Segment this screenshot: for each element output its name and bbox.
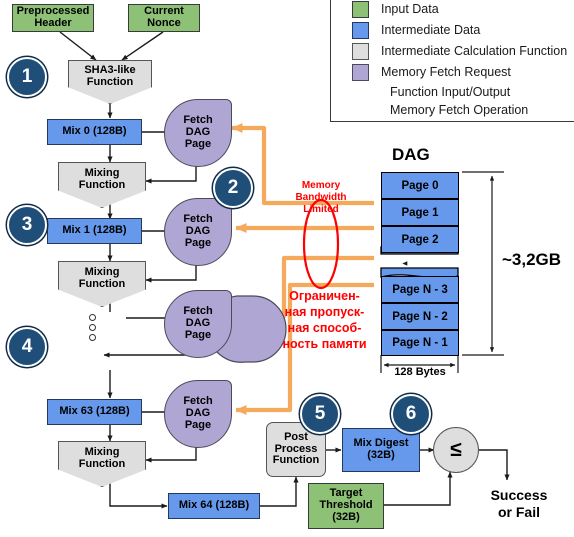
- node-label: Post Process Function: [272, 430, 320, 467]
- node-mix-0[interactable]: Mix 0 (128B): [47, 119, 142, 145]
- step-circle-2[interactable]: 2: [213, 168, 253, 208]
- node-fetch-dag-page-2[interactable]: Fetch DAG Page: [164, 198, 232, 266]
- legend-label-memory-fetch-request: Memory Fetch Request: [381, 65, 511, 79]
- node-preprocessed-header[interactable]: Preprocessed Header: [12, 4, 94, 32]
- dag-page-label: Page 0: [401, 179, 439, 192]
- dag-page-label: Page N - 3: [392, 283, 448, 296]
- step-number: 3: [21, 214, 33, 235]
- node-label: Mix 0 (128B): [62, 125, 127, 138]
- node-label: Fetch DAG Page: [183, 395, 213, 431]
- blue-swatch: [352, 22, 369, 39]
- ellipsis-dot: [89, 324, 96, 331]
- node-mix-64[interactable]: Mix 64 (128B): [168, 493, 260, 519]
- dag-page-2: Page 2: [381, 226, 459, 253]
- step-circle-3[interactable]: 3: [7, 205, 47, 245]
- node-comparator[interactable]: ≤: [433, 427, 479, 473]
- node-fetch-dag-page-1[interactable]: Fetch DAG Page: [164, 99, 232, 167]
- node-label: SHA3-like Function: [84, 64, 136, 88]
- node-label: Mixing Function: [78, 445, 126, 470]
- node-fetch-dag-page-last[interactable]: Fetch DAG Page: [164, 380, 232, 448]
- dag-page-label: Page 1: [401, 206, 439, 219]
- dag-page-label: Page N - 2: [392, 310, 448, 323]
- node-label: Fetch DAG Page: [183, 114, 213, 150]
- node-mix-63[interactable]: Mix 63 (128B): [47, 399, 142, 425]
- node-mix-1[interactable]: Mix 1 (128B): [47, 218, 142, 244]
- dag-page-label: Page N - 1: [392, 337, 448, 349]
- dag-page-n-3: Page N - 3: [381, 276, 459, 303]
- legend-label-input-data: Input Data: [381, 2, 439, 16]
- dag-page-n-2: Page N - 2: [381, 303, 459, 330]
- step-circle-5[interactable]: 5: [300, 394, 340, 434]
- ellipsis-dot: [89, 334, 96, 341]
- dag-width-label: 128 Bytes: [394, 366, 446, 378]
- step-number: 5: [314, 403, 326, 424]
- step-circle-6[interactable]: 6: [391, 394, 431, 434]
- node-current-nonce[interactable]: Current Nonce: [128, 4, 200, 32]
- dag-page-n-1: Page N - 1: [381, 330, 459, 356]
- legend-label-intermediate-function: Intermediate Calculation Function: [381, 44, 568, 58]
- dag-title: DAG: [392, 145, 430, 164]
- step-circle-4[interactable]: 4: [7, 327, 47, 367]
- node-label: Fetch DAG Page: [183, 305, 213, 341]
- dag-page-0: Page 0: [381, 172, 459, 199]
- dag-page-1: Page 1: [381, 199, 459, 226]
- dag-page-label: Page 2: [401, 233, 439, 246]
- dag-size-label: ~3,2GB: [502, 250, 562, 269]
- ellipsis-dot: [89, 314, 96, 321]
- node-mix-digest[interactable]: Mix Digest (32B): [342, 428, 420, 472]
- diagram-canvas: Preprocessed Header Current Nonce SHA3-l…: [0, 0, 574, 537]
- purple-swatch: [352, 64, 369, 81]
- step-number: 4: [21, 336, 33, 357]
- legend-label-function-io: Function Input/Output: [390, 85, 511, 99]
- node-label: Mix 1 (128B): [62, 224, 127, 237]
- memory-bandwidth-limited-en: Memory Bandwidth Limited: [295, 180, 347, 215]
- legend-label-intermediate-data: Intermediate Data: [381, 23, 481, 37]
- node-label: Preprocessed Header: [16, 5, 90, 29]
- step-number: 6: [405, 403, 417, 424]
- node-label: Mix Digest (32B): [353, 437, 409, 461]
- node-label: Mixing Function: [78, 166, 126, 191]
- node-label: Mix 63 (128B): [59, 405, 130, 418]
- step-number: 2: [227, 177, 239, 198]
- node-label: Fetch DAG Page: [183, 213, 213, 249]
- step-number: 1: [21, 66, 33, 87]
- step-circle-1[interactable]: 1: [7, 57, 47, 97]
- comparator-symbol: ≤: [450, 437, 462, 461]
- node-label: Mix 64 (128B): [178, 499, 250, 512]
- memory-bandwidth-limited-ru: Ограничен- ная пропуск- ная способ- ност…: [282, 289, 367, 351]
- node-label: Mixing Function: [78, 265, 126, 290]
- node-label: Current Nonce: [144, 5, 184, 29]
- green-swatch: [352, 1, 369, 18]
- gray-swatch: [352, 43, 369, 60]
- node-target-threshold[interactable]: Target Threshold (32B): [308, 483, 384, 529]
- node-fetch-dag-page-stack[interactable]: Fetch DAG Page: [164, 290, 232, 358]
- legend-label-memory-fetch-operation: Memory Fetch Operation: [390, 103, 529, 117]
- node-label: Target Threshold (32B): [319, 487, 373, 523]
- result-label: Success or Fail: [490, 487, 548, 521]
